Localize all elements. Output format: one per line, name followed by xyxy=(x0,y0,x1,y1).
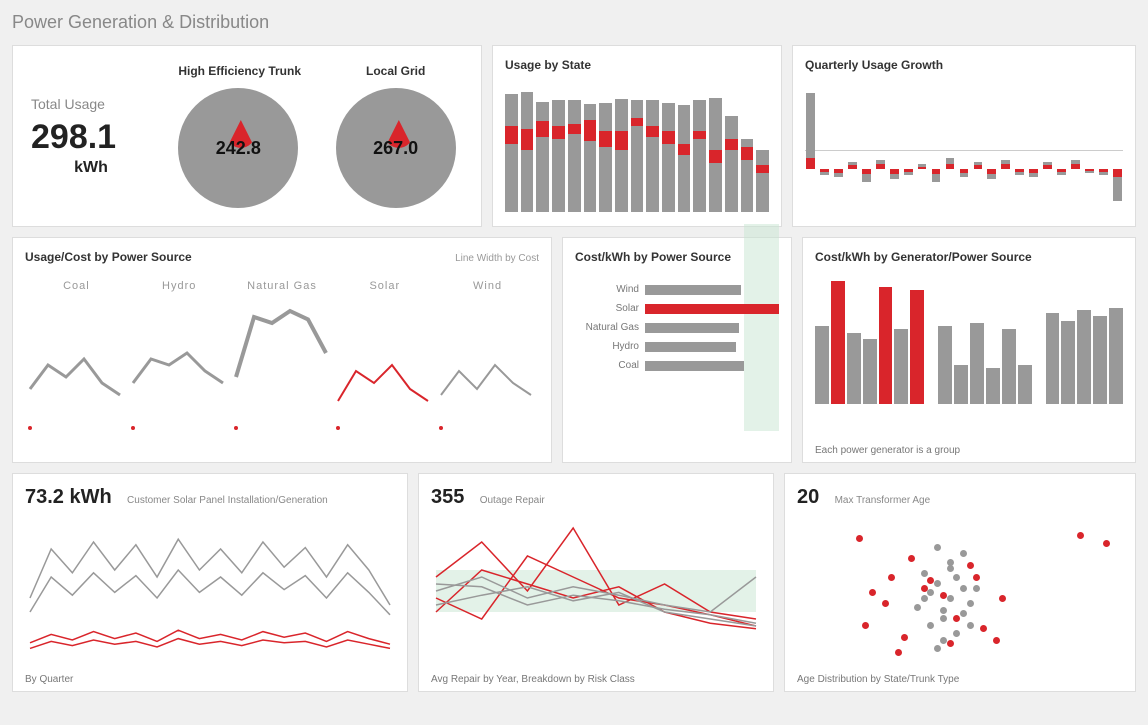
card-cost-kwh-generator: Cost/kWh by Generator/Power Source Each … xyxy=(802,237,1136,463)
cost-kwh-gen-foot: Each power generator is a group xyxy=(815,445,960,456)
gauge-1: 267.0 xyxy=(336,88,456,208)
card-solar-install: 73.2 kWh Customer Solar Panel Installati… xyxy=(12,473,408,692)
solar-chart xyxy=(25,509,395,659)
card-quarterly-growth: Quarterly Usage Growth xyxy=(792,45,1136,227)
transformer-metric: 20 xyxy=(797,486,819,509)
usage-cost-chart: CoalHydroNatural GasSolarWind xyxy=(25,280,539,450)
gauge-label-1: Local Grid xyxy=(336,64,456,78)
outage-label: Outage Repair xyxy=(480,495,545,506)
row-1: Total Usage 298.1 kWh High Efficiency Tr… xyxy=(12,45,1136,227)
transformer-label: Max Transformer Age xyxy=(835,495,931,506)
page-title: Power Generation & Distribution xyxy=(12,12,1136,33)
total-usage-label: Total Usage xyxy=(31,96,151,112)
gauge-0: 242.8 xyxy=(178,88,298,208)
usage-by-state-chart xyxy=(505,82,769,212)
quarterly-growth-chart xyxy=(805,82,1123,212)
outage-metric: 355 xyxy=(431,486,464,509)
cost-kwh-gen-title: Cost/kWh by Generator/Power Source xyxy=(815,250,1123,264)
row-3: 73.2 kWh Customer Solar Panel Installati… xyxy=(12,473,1136,692)
quarterly-growth-title: Quarterly Usage Growth xyxy=(805,58,1123,72)
card-total-usage: Total Usage 298.1 kWh High Efficiency Tr… xyxy=(12,45,482,227)
card-cost-kwh-source: Cost/kWh by Power Source WindSolarNatura… xyxy=(562,237,792,463)
solar-metric: 73.2 kWh xyxy=(25,486,112,509)
total-usage-value: 298.1 xyxy=(31,118,151,157)
outage-chart xyxy=(431,509,761,659)
outage-foot: Avg Repair by Year, Breakdown by Risk Cl… xyxy=(431,674,635,685)
total-usage-unit: kWh xyxy=(31,159,151,177)
usage-cost-subtitle: Line Width by Cost xyxy=(455,253,539,264)
gauge-value-0: 242.8 xyxy=(216,138,261,159)
solar-foot: By Quarter xyxy=(25,674,73,685)
transformer-chart xyxy=(797,517,1123,667)
card-usage-by-state: Usage by State xyxy=(492,45,782,227)
gauge-value-1: 267.0 xyxy=(373,138,418,159)
gauge-label-0: High Efficiency Trunk xyxy=(178,64,301,78)
cost-kwh-gen-chart xyxy=(815,274,1123,404)
transformer-foot: Age Distribution by State/Trunk Type xyxy=(797,674,959,685)
usage-cost-title: Usage/Cost by Power Source xyxy=(25,250,192,264)
usage-by-state-title: Usage by State xyxy=(505,58,769,72)
cost-kwh-chart: WindSolarNatural GasHydroCoal xyxy=(575,284,779,371)
solar-label: Customer Solar Panel Installation/Genera… xyxy=(127,495,328,506)
card-usage-cost-source: Usage/Cost by Power Source Line Width by… xyxy=(12,237,552,463)
card-transformer-age: 20 Max Transformer Age Age Distribution … xyxy=(784,473,1136,692)
card-outage-repair: 355 Outage Repair Avg Repair by Year, Br… xyxy=(418,473,774,692)
row-2: Usage/Cost by Power Source Line Width by… xyxy=(12,237,1136,463)
